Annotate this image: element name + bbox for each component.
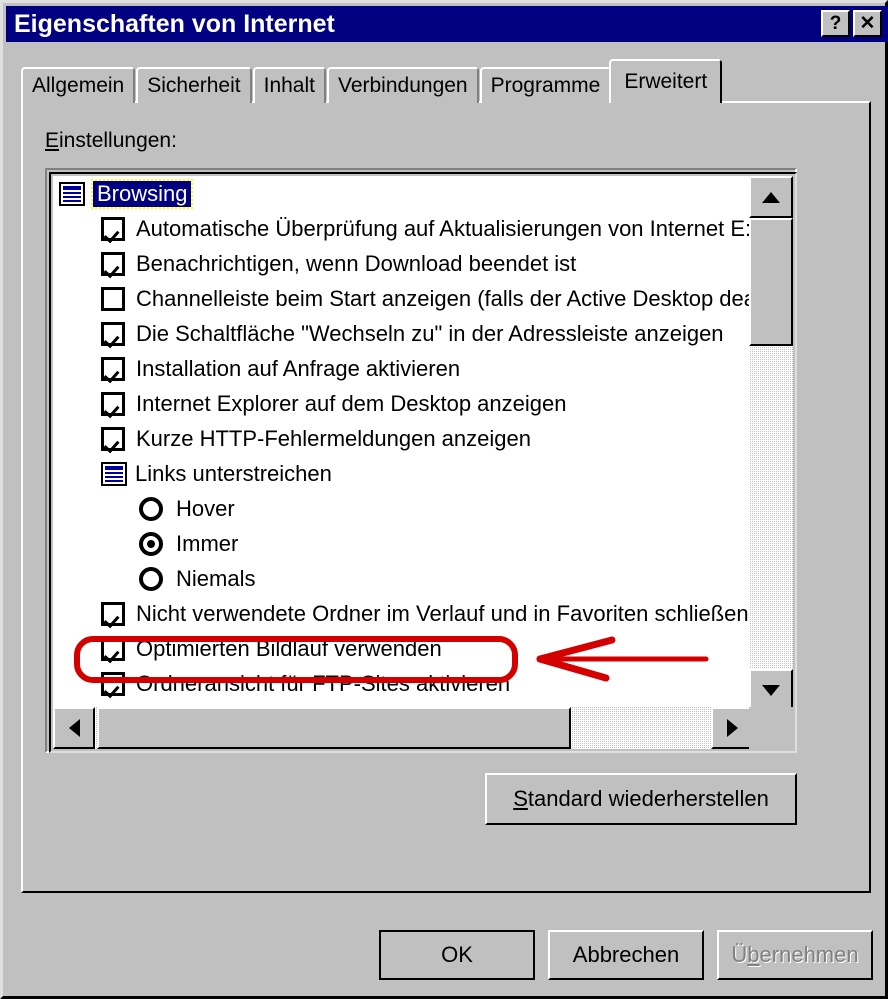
dialog-window: Eigenschaften von Internet ? ✕ Allgemein… [0,0,888,999]
document-icon [101,461,127,486]
list-item-label: Hover [176,495,235,521]
window-title: Eigenschaften von Internet [14,9,335,38]
list-item-label: Automatische Überprüfung auf Aktualisier… [136,215,752,241]
help-button[interactable]: ? [821,10,850,37]
restore-defaults-button[interactable]: Standard wiederherstellen [485,773,797,825]
scroll-up-button[interactable] [749,176,793,218]
list-item-label: Optimierten Bildlauf verwenden [136,635,442,661]
checkbox-icon[interactable] [101,286,125,311]
list-item-ftp-folder-view[interactable]: Ordneransicht für FTP-Sites aktivieren [53,666,753,701]
apply-label-rest: ernehmen [759,942,859,967]
chevron-up-icon [762,191,780,203]
list-item[interactable]: Benachrichtigen, wenn Download beendet i… [53,246,753,281]
checkbox-icon[interactable] [101,251,125,276]
apply-label-prefix: Ü [731,942,748,967]
checkbox-icon[interactable] [101,426,125,451]
list-item[interactable]: Links unterstreichen [53,456,753,491]
restore-defaults-label: tandard wiederherstellen [527,786,769,811]
list-item[interactable]: Internet Explorer auf dem Desktop anzeig… [53,386,753,421]
scroll-down-button[interactable] [749,669,793,711]
apply-label-mnemonic: b [747,942,760,967]
list-item-label: Links unterstreichen [135,460,332,486]
scroll-left-button[interactable] [53,707,95,749]
apply-button: Üb ernehmen [717,930,873,980]
horizontal-scrollbar-thumb[interactable] [97,707,571,749]
close-button[interactable]: ✕ [853,10,882,37]
radio-icon[interactable] [139,531,163,556]
list-item[interactable]: Automatische Überprüfung auf Aktualisier… [53,211,753,246]
list-item[interactable]: Die Schaltfläche "Wechseln zu" in der Ad… [53,316,753,351]
list-item[interactable]: Browsing [53,176,753,211]
list-item-label: Ordneransicht für FTP-Sites aktivieren [136,670,511,696]
list-item[interactable]: Nicht verwendete Ordner im Verlauf und i… [53,596,753,631]
ok-button[interactable]: OK [379,930,535,980]
settings-label-mnemonic: E [45,129,60,152]
document-icon [59,181,85,206]
settings-listbox-inner: Browsing Automatische Überprüfung auf Ak… [49,172,797,753]
list-item-label: Browsing [90,178,194,209]
list-item[interactable]: Optimierten Bildlauf verwenden [53,631,753,666]
restore-defaults-mnemonic: S [513,786,528,811]
cancel-button[interactable]: Abbrechen [548,930,704,980]
list-item-label: Internet Explorer auf dem Desktop anzeig… [136,390,567,416]
list-item[interactable]: Installation auf Anfrage aktivieren [53,351,753,386]
scrollbar-corner [749,707,793,749]
list-item-label: Channelleiste beim Start anzeigen (falls… [136,285,753,311]
tab-strip: Allgemein Sicherheit Inhalt Verbindungen… [21,59,723,103]
list-item-label: Installation auf Anfrage aktivieren [136,355,461,381]
vertical-scrollbar[interactable] [749,176,793,711]
tab-erweitert[interactable]: Erweitert [609,59,723,103]
chevron-right-icon [726,719,738,737]
checkbox-icon[interactable] [101,356,125,381]
horizontal-scrollbar[interactable] [53,707,753,749]
checkbox-icon[interactable] [101,671,125,696]
checkbox-icon[interactable] [101,636,125,661]
radio-icon[interactable] [139,496,163,521]
chevron-down-icon [762,684,780,696]
checkbox-icon[interactable] [101,601,125,626]
title-bar: Eigenschaften von Internet ? ✕ [6,6,888,42]
list-item-label: Die Schaltfläche "Wechseln zu" in der Ad… [136,320,724,346]
checkbox-icon[interactable] [101,216,125,241]
checkbox-icon[interactable] [101,321,125,346]
list-item-label: Kurze HTTP-Fehlermeldungen anzeigen [136,425,531,451]
tab-sicherheit[interactable]: Sicherheit [136,67,252,103]
vertical-scrollbar-thumb[interactable] [749,218,793,346]
chevron-left-icon [68,719,80,737]
list-item[interactable]: Hover [53,491,753,526]
tab-verbindungen[interactable]: Verbindungen [326,67,479,103]
radio-icon[interactable] [139,566,163,591]
tab-allgemein[interactable]: Allgemein [21,67,136,103]
list-item-label: Benachrichtigen, wenn Download beendet i… [136,250,577,276]
tab-inhalt[interactable]: Inhalt [252,67,326,103]
tab-programme[interactable]: Programme [479,67,612,103]
settings-list-viewport[interactable]: Browsing Automatische Überprüfung auf Ak… [53,176,753,711]
titlebar-buttons: ? ✕ [821,10,882,37]
list-item[interactable]: Kurze HTTP-Fehlermeldungen anzeigen [53,421,753,456]
settings-label-rest: instellungen: [59,129,177,152]
list-item[interactable]: Channelleiste beim Start anzeigen (falls… [53,281,753,316]
scroll-right-button[interactable] [711,707,753,749]
settings-listbox: Browsing Automatische Überprüfung auf Ak… [45,168,797,753]
checkbox-icon[interactable] [101,391,125,416]
list-item-label: Niemals [176,565,256,591]
list-item[interactable]: Niemals [53,561,753,596]
list-item-label: Nicht verwendete Ordner im Verlauf und i… [136,600,749,626]
list-item-label: Immer [176,530,239,556]
settings-label: Einstellungen: [45,129,177,153]
list-item[interactable]: Immer [53,526,753,561]
